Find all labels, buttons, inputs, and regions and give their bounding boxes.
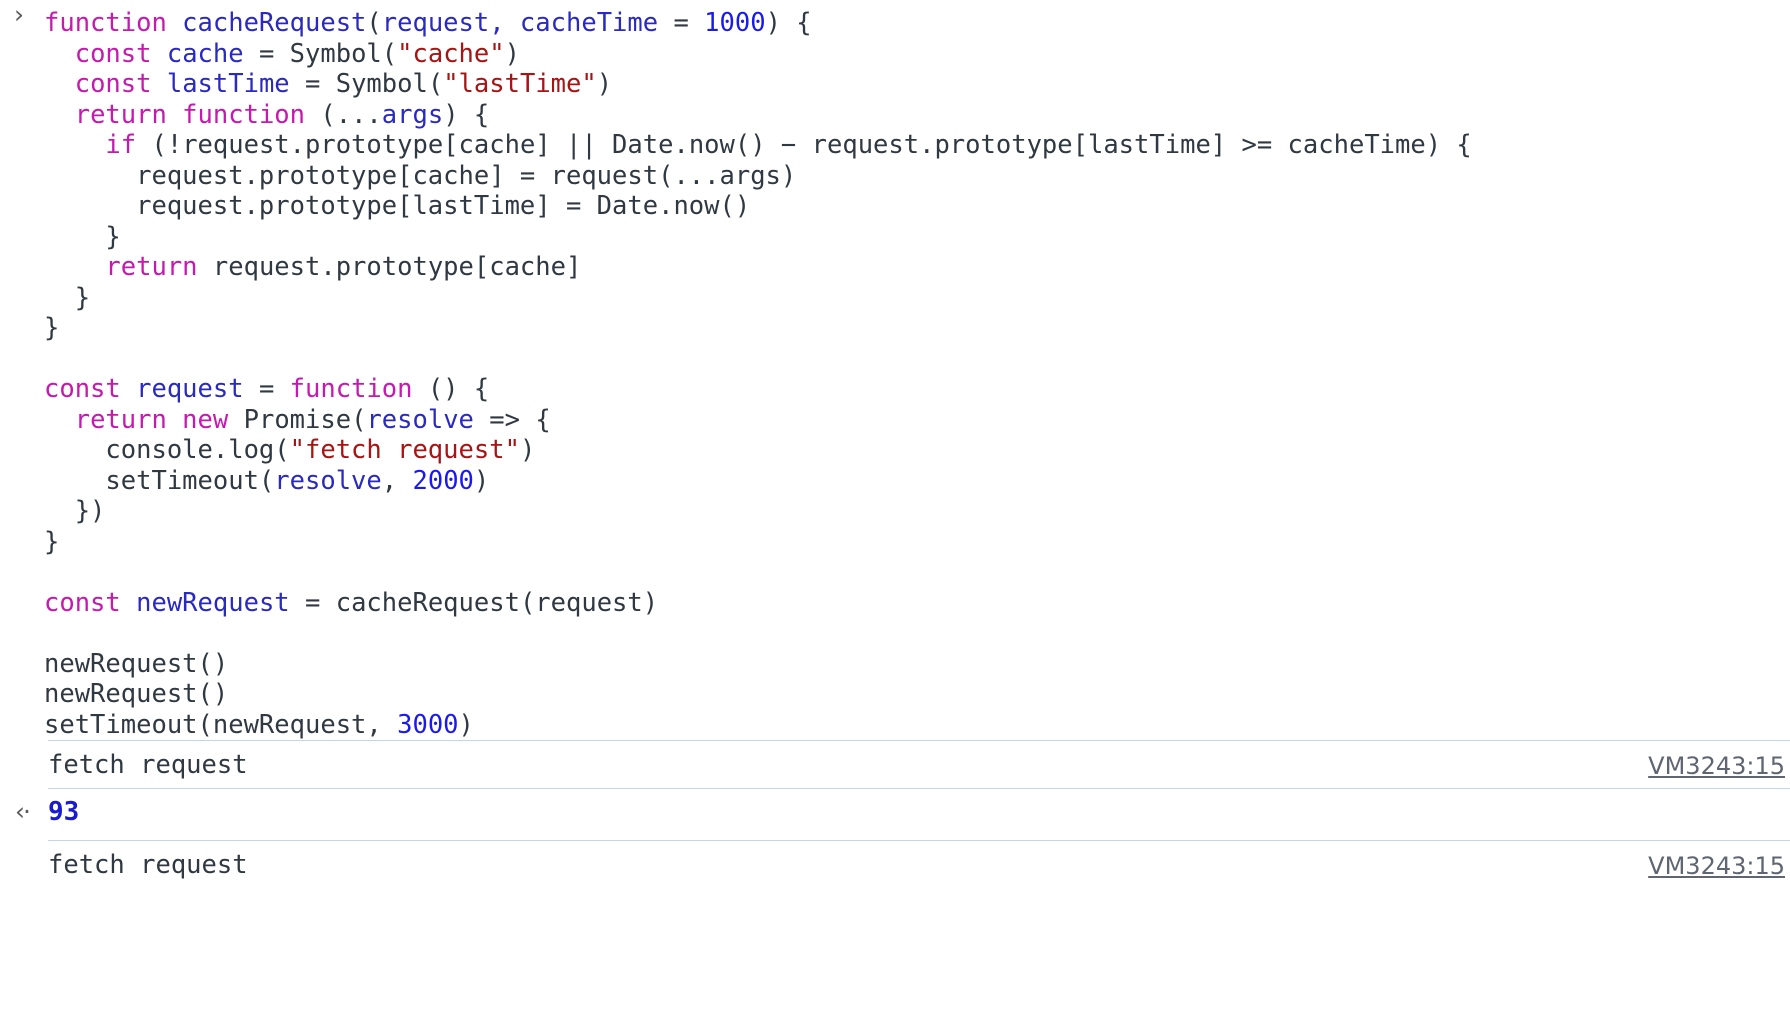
log-message-text: fetch request	[48, 850, 248, 880]
code-token: request.prototype[cache] = request(...ar…	[44, 160, 797, 191]
code-token: }	[44, 313, 60, 343]
code-token: request.prototype[lastTime] = Date.now()	[44, 191, 751, 221]
prompt-arrow-icon: ›	[14, 0, 24, 29]
code-token: ) {	[443, 99, 490, 130]
console-input-entry[interactable]: › function cacheRequest(request, cacheTi…	[0, 0, 1790, 740]
code-token: )	[504, 38, 520, 69]
code-token: request.prototype[cache]	[212, 252, 582, 282]
code-token: function	[289, 374, 428, 404]
code-token: = Symbol(	[243, 38, 398, 69]
code-token: return	[105, 252, 213, 282]
code-token: }	[44, 526, 60, 557]
code-token: 1000	[704, 8, 766, 38]
code-token: )	[458, 709, 474, 740]
code-token: const	[74, 38, 167, 69]
code-token: = cacheRequest(request)	[289, 587, 659, 618]
code-token: (...	[320, 99, 382, 130]
code-token: = Symbol(	[289, 69, 444, 99]
code-token: const	[44, 374, 137, 404]
code-token: (	[366, 8, 382, 38]
log-message-text: fetch request	[48, 750, 248, 780]
code-token: )	[473, 465, 490, 496]
code-token: request, cacheTime	[381, 8, 659, 38]
code-token: return new	[74, 404, 244, 435]
code-token: 2000	[412, 465, 474, 496]
code-token: )	[596, 69, 613, 99]
code-token: return function	[74, 99, 321, 130]
console-result-row[interactable]: ‹· 93	[15, 788, 1790, 840]
code-token: (!request.prototype[cache] || Date.now()…	[151, 130, 1472, 160]
code-token: console.log(	[44, 435, 290, 465]
code-token: "cache"	[397, 38, 505, 69]
console-log-row[interactable]: fetch request VM3243:15	[48, 740, 1790, 788]
code-token: request	[136, 374, 244, 404]
code-token: }	[44, 282, 91, 313]
code-token: setTimeout(	[44, 465, 275, 496]
log-source-link[interactable]: VM3243:15	[1648, 852, 1785, 880]
code-token: newRequest	[136, 587, 290, 618]
code-token: cache	[166, 38, 244, 69]
code-token: cacheRequest	[182, 8, 367, 38]
code-token: newRequest()	[44, 648, 229, 679]
code-token: resolve	[366, 404, 474, 435]
code-token: }	[44, 221, 121, 252]
code-token: args	[381, 99, 444, 130]
code-token: if	[105, 130, 152, 160]
code-token: lastTime	[166, 69, 290, 99]
code-token: function	[44, 8, 183, 38]
result-arrow-icon: ‹·	[15, 797, 31, 826]
code-token: setTimeout(newRequest,	[44, 709, 398, 740]
console-output-area: fetch request VM3243:15 ‹· 93 fetch request V…	[0, 740, 1790, 888]
code-token: ,	[381, 465, 413, 496]
devtools-console-panel[interactable]: › function cacheRequest(request, cacheTi…	[0, 0, 1790, 1032]
console-log-row[interactable]: fetch request VM3243:15	[48, 840, 1790, 888]
code-token: 3000	[397, 709, 459, 740]
code-token: })	[44, 496, 106, 526]
code-token: const	[74, 69, 167, 99]
code-token: const	[44, 587, 137, 618]
code-token: Promise(	[243, 404, 367, 435]
code-token: =	[658, 8, 705, 38]
code-token: "fetch request"	[289, 435, 520, 465]
code-token: ) {	[765, 8, 812, 38]
code-token: "lastTime"	[443, 69, 597, 99]
result-value[interactable]: 93	[48, 797, 79, 827]
log-source-link[interactable]: VM3243:15	[1648, 752, 1785, 780]
console-source-code[interactable]: function cacheRequest(request, cacheTime…	[0, 0, 1790, 740]
code-token: => {	[473, 404, 551, 435]
code-token: )	[519, 435, 536, 465]
code-token: resolve	[274, 465, 382, 496]
code-token: () {	[427, 374, 490, 404]
code-token: =	[243, 374, 290, 404]
code-token: newRequest()	[44, 679, 229, 709]
